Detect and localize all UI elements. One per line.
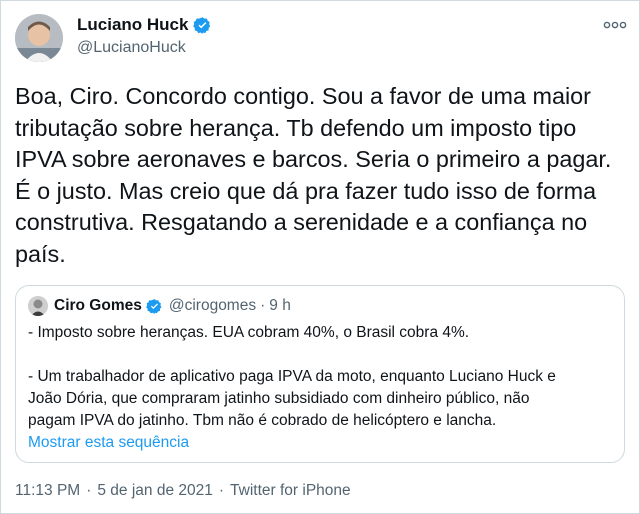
quoted-author-handle: @cirogomes — [168, 297, 257, 314]
quoted-author-avatar — [28, 296, 48, 316]
author-name[interactable]: Luciano Huck — [77, 15, 188, 35]
tweet-footer: 11:13 PM · 5 de jan de 2021 · Twitter fo… — [15, 482, 351, 500]
author-avatar[interactable] — [15, 14, 63, 62]
quoted-verified-badge-icon — [146, 298, 162, 314]
quoted-text-line: - Um trabalhador de aplicativo paga IPVA… — [28, 368, 556, 385]
tweet-card: Luciano Huck @LucianoHuck Boa, Ciro. Con… — [0, 0, 640, 514]
footer-separator: · — [218, 482, 225, 499]
quoted-tweet[interactable]: Ciro Gomes @cirogomes · 9 h - Imposto so… — [15, 285, 625, 463]
quoted-text-line: - Imposto sobre heranças. EUA cobram 40%… — [28, 324, 470, 341]
show-thread-link[interactable]: Mostrar esta sequência — [28, 434, 189, 452]
tweet-header: Luciano Huck @LucianoHuck — [15, 14, 627, 64]
quoted-tweet-header: Ciro Gomes @cirogomes · 9 h — [28, 296, 291, 316]
tweet-time[interactable]: 11:13 PM — [15, 482, 80, 500]
verified-badge-icon — [193, 16, 211, 34]
quoted-time: 9 h — [269, 297, 291, 314]
more-options-icon[interactable] — [603, 18, 627, 32]
footer-separator: · — [86, 482, 92, 499]
author-avatar-image — [15, 14, 63, 62]
quoted-separator: · — [260, 297, 266, 314]
tweet-source[interactable]: Twitter for iPhone — [230, 482, 351, 500]
author-name-row: Luciano Huck — [77, 15, 212, 35]
author-handle[interactable]: @LucianoHuck — [77, 39, 186, 57]
tweet-date[interactable]: 5 de jan de 2021 — [97, 482, 213, 500]
quoted-text-line: João Dória, que compraram jatinho subsid… — [28, 390, 530, 407]
tweet-text: Boa, Ciro. Concordo contigo. Sou a favor… — [15, 83, 612, 267]
quoted-author-avatar-image — [28, 296, 48, 316]
quoted-author-name: Ciro Gomes — [54, 297, 142, 314]
quoted-text-line: pagam IPVA do jatinho. Tbm não é cobrado… — [28, 412, 497, 429]
